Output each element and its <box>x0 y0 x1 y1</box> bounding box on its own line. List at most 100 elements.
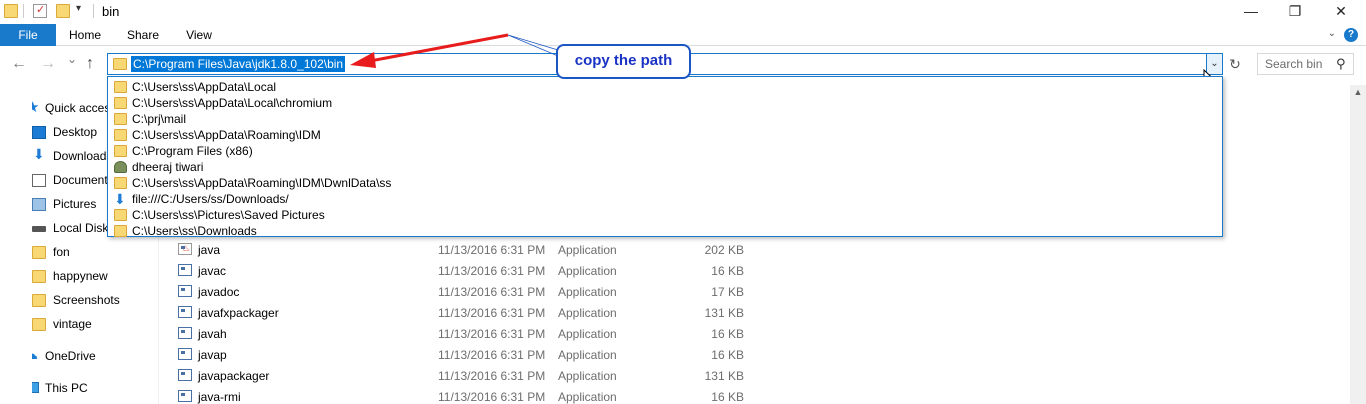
sidebar-item-label: Quick access <box>45 101 117 115</box>
address-history-label: C:\Users\ss\Pictures\Saved Pictures <box>132 208 325 222</box>
address-history-label: C:\Users\ss\AppData\Roaming\IDM\DwnlData… <box>132 176 392 190</box>
sidebar-item-label: OneDrive <box>45 349 96 363</box>
file-name: javafxpackager <box>198 306 279 320</box>
minimize-button[interactable]: — <box>1228 0 1274 24</box>
sidebar-item[interactable]: This PC <box>32 378 157 400</box>
address-history-label: C:\Users\ss\AppData\Local <box>132 80 277 94</box>
properties-icon[interactable]: ✓ <box>33 4 47 18</box>
file-name: javadoc <box>198 285 240 299</box>
folder-icon <box>114 129 127 141</box>
file-type: Application <box>558 306 617 320</box>
back-button[interactable]: ← <box>11 55 27 73</box>
file-type: Application <box>558 327 617 341</box>
file-date: 11/13/2016 6:31 PM <box>438 327 546 341</box>
application-icon <box>178 264 192 276</box>
user-icon <box>114 161 127 173</box>
sidebar-item-label: fon <box>53 245 70 259</box>
folder-icon <box>114 81 127 93</box>
address-history-item[interactable]: C:\prj\mail <box>112 111 1212 127</box>
callout-text: copy the path <box>574 52 673 69</box>
file-row[interactable]: javafxpackager 11/13/2016 6:31 PM Applicat… <box>178 302 758 323</box>
file-date: 11/13/2016 6:31 PM <box>438 285 546 299</box>
file-date: 11/13/2016 6:31 PM <box>438 348 546 362</box>
address-history-item[interactable]: C:\Users\ss\AppData\Local\chromium <box>112 95 1212 111</box>
application-icon <box>178 390 192 402</box>
document-icon <box>32 174 46 187</box>
folder-icon <box>114 225 127 237</box>
address-history-label: file:///C:/Users/ss/Downloads/ <box>132 192 289 206</box>
customize-quick-access-icon[interactable]: ▾ <box>76 3 81 14</box>
help-icon[interactable]: ? <box>1344 28 1358 42</box>
address-history-item[interactable]: C:\Users\ss\Downloads <box>112 223 1212 239</box>
file-row[interactable]: java-rmi 11/13/2016 6:31 PM Application 16 … <box>178 386 758 404</box>
address-input[interactable]: C:\Program Files\Java\jdk1.8.0_102\bin <box>131 56 346 72</box>
checkmark-icon: ✓ <box>36 4 46 16</box>
file-name: javac <box>198 264 227 278</box>
folder-icon <box>114 209 127 221</box>
new-folder-icon[interactable] <box>56 4 70 18</box>
file-date: 11/13/2016 6:31 PM <box>438 369 546 383</box>
divider <box>23 4 24 18</box>
sidebar-item[interactable]: ☁ OneDrive <box>32 346 157 368</box>
tab-file[interactable]: File <box>0 24 56 46</box>
expand-ribbon-icon[interactable]: ⌄ <box>1328 28 1336 39</box>
folder-icon <box>114 145 127 157</box>
folder-icon <box>114 113 127 125</box>
file-size: 16 KB <box>711 327 744 341</box>
address-history-label: C:\prj\mail <box>132 112 187 126</box>
search-box[interactable]: Search bin ⚲ <box>1257 53 1354 75</box>
divider <box>93 4 94 18</box>
file-row[interactable]: ♨ java 11/13/2016 6:31 PM Application 202 KB <box>178 239 758 260</box>
file-date: 11/13/2016 6:31 PM <box>438 264 546 278</box>
tab-view[interactable]: View <box>174 24 224 46</box>
download-icon: ⬇ <box>114 191 126 207</box>
file-row[interactable]: javap 11/13/2016 6:31 PM Application 16 KB <box>178 344 758 365</box>
folder-icon[interactable] <box>4 4 18 18</box>
file-row[interactable]: javac 11/13/2016 6:31 PM Application 16 KB <box>178 260 758 281</box>
address-history-item[interactable]: C:\Users\ss\AppData\Local <box>112 79 1212 95</box>
file-type: Application <box>558 369 617 383</box>
address-history-item[interactable]: C:\Users\ss\AppData\Roaming\IDM\DwnlData… <box>112 175 1212 191</box>
sidebar-item-label: This PC <box>45 381 88 395</box>
refresh-button[interactable]: ↻ <box>1226 54 1244 74</box>
search-input[interactable]: Search bin <box>1265 57 1322 71</box>
computer-icon <box>32 382 39 393</box>
java-icon: ♨ <box>178 243 192 255</box>
application-icon <box>178 285 192 297</box>
file-type: Application <box>558 243 617 257</box>
address-history-item[interactable]: C:\Users\ss\AppData\Roaming\IDM <box>112 127 1212 143</box>
file-row[interactable]: javah 11/13/2016 6:31 PM Application 16 KB <box>178 323 758 344</box>
vertical-scrollbar[interactable]: ▲ <box>1350 85 1366 404</box>
annotation-arrow <box>350 33 559 68</box>
disk-icon <box>32 226 46 232</box>
address-history-label: C:\Users\ss\Downloads <box>132 224 257 238</box>
scroll-up-icon[interactable]: ▲ <box>1350 85 1366 99</box>
maximize-button[interactable]: ❐ <box>1272 0 1318 24</box>
title-bar: ✓ ▾ bin — ❐ ✕ <box>0 0 1366 24</box>
sidebar-item[interactable]: vintage <box>32 314 157 336</box>
tab-share[interactable]: Share <box>118 24 168 46</box>
file-date: 11/13/2016 6:31 PM <box>438 243 546 257</box>
folder-icon <box>114 97 127 109</box>
sidebar-item[interactable]: happynew <box>32 266 157 288</box>
application-icon <box>178 369 192 381</box>
file-row[interactable]: javadoc 11/13/2016 6:31 PM Application 17 K… <box>178 281 758 302</box>
recent-locations-button[interactable]: ⌄ <box>67 52 77 66</box>
sidebar-item-label: vintage <box>53 317 92 331</box>
address-history-item[interactable]: dheeraj tiwari <box>112 159 1212 175</box>
sidebar-item[interactable]: fon <box>32 242 157 264</box>
address-history-label: C:\Users\ss\AppData\Roaming\IDM <box>132 128 321 142</box>
tab-home[interactable]: Home <box>60 24 110 46</box>
sidebar-item[interactable]: Screenshots <box>32 290 157 312</box>
file-row[interactable]: javapackager 11/13/2016 6:31 PM Applicatio… <box>178 365 758 386</box>
file-size: 131 KB <box>704 369 744 383</box>
address-history-item[interactable]: C:\Program Files (x86) <box>112 143 1212 159</box>
address-history-item[interactable]: ⬇ file:///C:/Users/ss/Downloads/ <box>112 191 1212 207</box>
address-history-item[interactable]: C:\Users\ss\Pictures\Saved Pictures <box>112 207 1212 223</box>
file-name: javah <box>198 327 227 341</box>
application-icon <box>178 327 192 339</box>
close-button[interactable]: ✕ <box>1318 0 1364 24</box>
forward-button[interactable]: → <box>40 55 56 73</box>
file-explorer-window: ✓ ▾ bin — ❐ ✕ File Home Share View ⌄ ? ←… <box>0 0 1366 404</box>
up-button[interactable]: ↑ <box>86 55 94 73</box>
